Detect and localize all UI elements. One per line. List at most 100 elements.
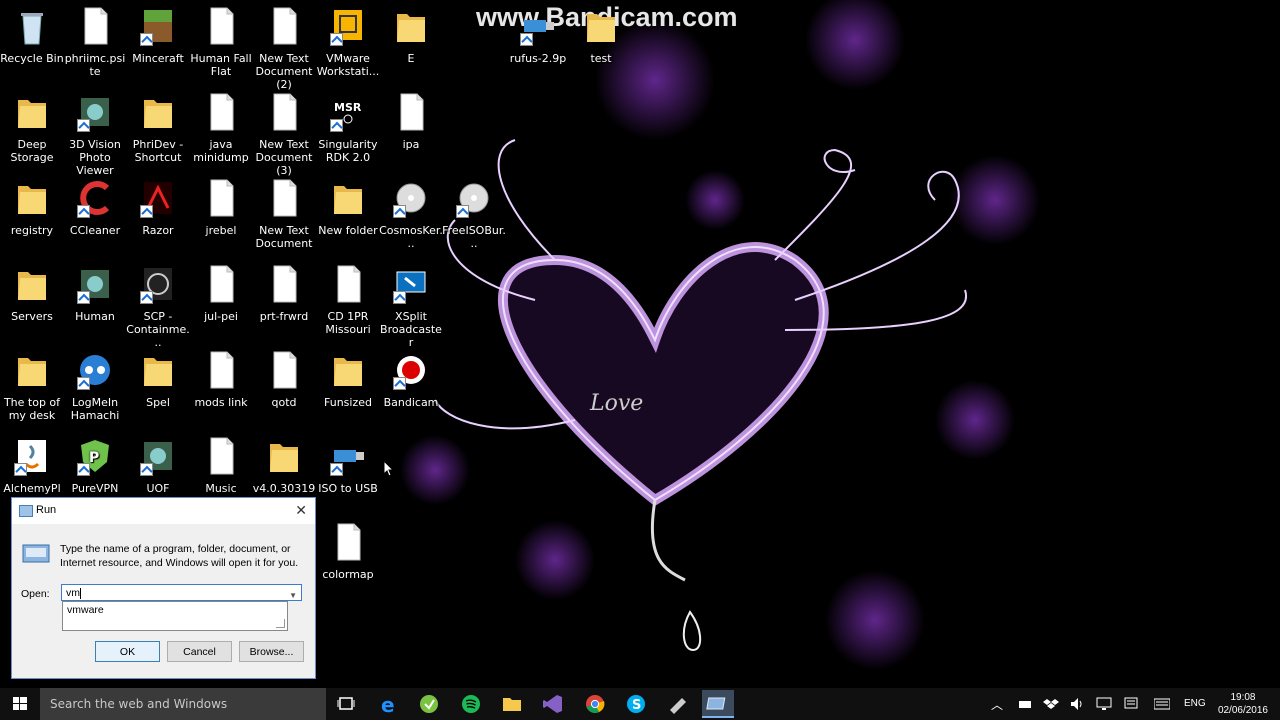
desktop-icon[interactable]: ipa bbox=[379, 86, 443, 151]
visual-studio-icon[interactable] bbox=[537, 692, 569, 716]
chevron-up-icon[interactable]: ︿ bbox=[991, 696, 1007, 712]
chevron-down-icon[interactable]: ▼ bbox=[289, 587, 297, 604]
desktop-icon-label: Music bbox=[205, 482, 237, 495]
file-icon bbox=[266, 6, 302, 46]
usb-icon bbox=[330, 436, 366, 476]
network-icon[interactable] bbox=[1096, 696, 1112, 712]
desktop-icon[interactable]: CCleaner bbox=[63, 172, 127, 237]
desktop-icon-label: PhriDev - Shortcut bbox=[132, 138, 184, 164]
desktop-icon-label: New folder bbox=[318, 224, 378, 237]
desktop-icon[interactable]: ISO to USB bbox=[316, 430, 380, 495]
desktop-icon[interactable]: Music bbox=[189, 430, 253, 495]
desktop-icon[interactable]: PhriDev - Shortcut bbox=[126, 86, 190, 164]
desktop-icon[interactable]: LogMeIn Hamachi bbox=[63, 344, 127, 422]
desktop-icon[interactable]: CD 1PR Missouri bbox=[316, 258, 380, 336]
app-icon bbox=[77, 92, 113, 132]
desktop-icon[interactable]: jrebel bbox=[189, 172, 253, 237]
desktop-icon[interactable]: Deep Storage bbox=[0, 86, 64, 164]
ok-button[interactable]: OK bbox=[95, 641, 160, 662]
desktop-icon[interactable]: P PureVPN bbox=[63, 430, 127, 495]
desktop-icon[interactable]: E bbox=[379, 0, 443, 65]
desktop-icon-label: New Text Document bbox=[255, 224, 313, 250]
desktop-icon-label: java minidump bbox=[193, 138, 249, 164]
task-view-icon[interactable] bbox=[330, 692, 362, 716]
cancel-button[interactable]: Cancel bbox=[167, 641, 232, 662]
open-input-value: vm bbox=[66, 587, 80, 599]
keyboard-icon[interactable] bbox=[1154, 696, 1170, 712]
desktop-icon-label: FreeISOBur... bbox=[442, 224, 506, 250]
run-dialog[interactable]: Run ✕ Type the name of a program, folder… bbox=[11, 497, 316, 679]
file-icon bbox=[330, 522, 366, 562]
hardware-icon[interactable] bbox=[1017, 696, 1033, 712]
spotify-icon[interactable] bbox=[455, 692, 487, 716]
desktop[interactable]: Love www.Bandicam.com Recycle Binphriimc… bbox=[0, 0, 1280, 688]
folder-icon bbox=[14, 264, 50, 304]
chrome-icon[interactable] bbox=[579, 692, 611, 716]
close-icon[interactable]: ✕ bbox=[295, 502, 307, 519]
action-center-icon[interactable] bbox=[1123, 696, 1139, 712]
desktop-icon[interactable]: New folder bbox=[316, 172, 380, 237]
desktop-icon[interactable]: Servers bbox=[0, 258, 64, 323]
resize-grip-icon[interactable] bbox=[276, 619, 285, 628]
desktop-icon[interactable]: qotd bbox=[252, 344, 316, 409]
desktop-icon[interactable]: VMware Workstati... bbox=[316, 0, 380, 78]
dropbox-icon[interactable] bbox=[1043, 696, 1059, 712]
desktop-icon[interactable]: jul-pei bbox=[189, 258, 253, 323]
desktop-icon[interactable]: Minceraft bbox=[126, 0, 190, 65]
desktop-icon[interactable]: The top of my desk bbox=[0, 344, 64, 422]
desktop-icon[interactable]: Bandicam bbox=[379, 344, 443, 409]
open-input[interactable]: vm ▼ bbox=[61, 584, 302, 601]
file-icon bbox=[266, 350, 302, 390]
browse-button[interactable]: Browse... bbox=[239, 641, 304, 662]
desktop-icon[interactable]: prt-frwrd bbox=[252, 258, 316, 323]
shortcut-arrow-icon bbox=[77, 119, 90, 132]
desktop-icon[interactable]: rufus-2.9p bbox=[506, 0, 570, 65]
desktop-icon[interactable]: Recycle Bin bbox=[0, 0, 64, 65]
desktop-icon[interactable]: test bbox=[569, 0, 633, 65]
folder-icon bbox=[266, 436, 302, 476]
desktop-icon[interactable]: New Text Document bbox=[252, 172, 316, 250]
green-app-icon[interactable] bbox=[413, 692, 445, 716]
usb-tool-icon[interactable] bbox=[661, 692, 693, 716]
volume-icon[interactable] bbox=[1069, 696, 1085, 712]
folder-icon bbox=[330, 350, 366, 390]
app-icon bbox=[77, 264, 113, 304]
file-explorer-icon[interactable] bbox=[496, 692, 528, 716]
shortcut-arrow-icon bbox=[393, 377, 406, 390]
desktop-icon[interactable]: FreeISOBur... bbox=[442, 172, 506, 250]
search-box[interactable]: Search the web and Windows bbox=[40, 688, 326, 720]
desktop-icon[interactable]: Human bbox=[63, 258, 127, 323]
windows-start-icon[interactable] bbox=[0, 688, 40, 720]
file-icon bbox=[266, 178, 302, 218]
run-titlebar[interactable]: Run ✕ bbox=[12, 498, 315, 524]
desktop-icon[interactable]: phriimc.psite bbox=[63, 0, 127, 78]
desktop-icon[interactable]: Razor bbox=[126, 172, 190, 237]
desktop-icon[interactable]: java minidump bbox=[189, 86, 253, 164]
desktop-icon[interactable]: New Text Document (3) bbox=[252, 86, 316, 177]
edge-icon[interactable]: e bbox=[372, 692, 404, 716]
desktop-icon[interactable]: Funsized bbox=[316, 344, 380, 409]
desktop-icon[interactable]: mods link bbox=[189, 344, 253, 409]
desktop-icon[interactable]: XSplit Broadcaster bbox=[379, 258, 443, 349]
desktop-icon[interactable]: MSR Singularity RDK 2.0 bbox=[316, 86, 380, 164]
run-taskbar-icon[interactable] bbox=[702, 690, 734, 718]
folder-icon bbox=[330, 178, 366, 218]
skype-icon[interactable]: S bbox=[620, 692, 652, 716]
shortcut-arrow-icon bbox=[330, 463, 343, 476]
desktop-icon[interactable]: colormap bbox=[316, 516, 380, 581]
desktop-icon-label: Spel bbox=[146, 396, 170, 409]
desktop-icon[interactable]: New Text Document (2) bbox=[252, 0, 316, 91]
desktop-icon[interactable]: SCP - Containme... bbox=[126, 258, 190, 349]
language-indicator[interactable]: ENG bbox=[1184, 698, 1206, 709]
desktop-icon[interactable]: Spel bbox=[126, 344, 190, 409]
autocomplete-item[interactable]: vmware bbox=[67, 604, 104, 616]
autocomplete-list[interactable]: vmware bbox=[62, 601, 288, 631]
shortcut-arrow-icon bbox=[520, 33, 533, 46]
desktop-icon[interactable]: CosmosKer... bbox=[379, 172, 443, 250]
file-icon bbox=[266, 92, 302, 132]
desktop-icon[interactable]: Human Fall Flat bbox=[189, 0, 253, 78]
desktop-icon[interactable]: registry bbox=[0, 172, 64, 237]
desktop-icon-label: VMware Workstati... bbox=[316, 52, 380, 78]
clock[interactable]: 19:08 02/06/2016 bbox=[1218, 691, 1268, 717]
desktop-icon[interactable]: 3D Vision Photo Viewer bbox=[63, 86, 127, 177]
